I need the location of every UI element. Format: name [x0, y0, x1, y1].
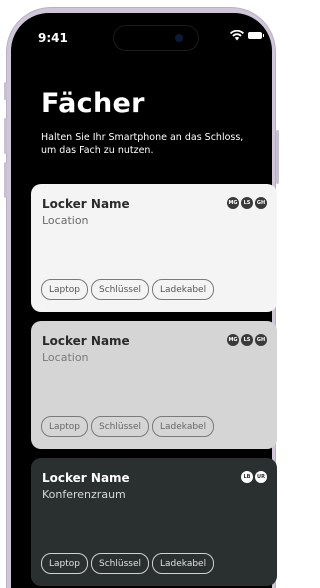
user-avatar: GH [255, 197, 267, 209]
user-badges: MG LS GH [227, 334, 267, 346]
locker-location: Location [42, 351, 89, 364]
user-avatar: MG [227, 334, 239, 346]
locker-card[interactable]: Locker Name Konferenzraum LB UR Laptop S… [31, 458, 277, 586]
item-tags: Laptop Schlüssel Ladekabel [41, 553, 215, 574]
item-tag-charger[interactable]: Ladekabel [152, 416, 215, 437]
page-subtitle: Halten Sie Ihr Smartphone an das Schloss… [41, 132, 244, 156]
battery-icon [248, 32, 264, 39]
item-tags: Laptop Schlüssel Ladekabel [41, 416, 215, 437]
locker-location: Konferenzraum [42, 488, 126, 501]
user-badges: MG LS GH [227, 197, 267, 209]
item-tag-key[interactable]: Schlüssel [91, 279, 149, 300]
volume-up-button [4, 118, 7, 154]
user-avatar: MG [227, 197, 239, 209]
action-button [4, 82, 7, 100]
locker-name: Locker Name [42, 471, 130, 485]
user-avatar: LS [241, 197, 253, 209]
item-tag-key[interactable]: Schlüssel [91, 553, 149, 574]
locker-name: Locker Name [42, 334, 130, 348]
user-avatar: LS [241, 334, 253, 346]
page-title: Fächer [41, 88, 145, 119]
item-tag-charger[interactable]: Ladekabel [152, 279, 215, 300]
locker-location: Location [42, 214, 89, 227]
dynamic-island [114, 26, 198, 50]
volume-down-button [4, 162, 7, 198]
item-tag-laptop[interactable]: Laptop [41, 553, 88, 574]
locker-card[interactable]: Locker Name Location MG LS GH Laptop Sch… [31, 321, 277, 449]
user-avatar: UR [255, 471, 267, 483]
user-avatar: LB [241, 471, 253, 483]
camera-icon [175, 34, 183, 42]
wifi-icon [230, 30, 244, 41]
item-tag-key[interactable]: Schlüssel [91, 416, 149, 437]
item-tag-charger[interactable]: Ladekabel [152, 553, 215, 574]
power-button [276, 130, 279, 184]
user-badges: LB UR [241, 471, 267, 483]
item-tag-laptop[interactable]: Laptop [41, 279, 88, 300]
status-time: 9:41 [38, 31, 68, 45]
locker-name: Locker Name [42, 197, 130, 211]
user-avatar: GH [255, 334, 267, 346]
locker-card[interactable]: Locker Name Location MG LS GH Laptop Sch… [31, 184, 277, 312]
item-tags: Laptop Schlüssel Ladekabel [41, 279, 215, 300]
item-tag-laptop[interactable]: Laptop [41, 416, 88, 437]
